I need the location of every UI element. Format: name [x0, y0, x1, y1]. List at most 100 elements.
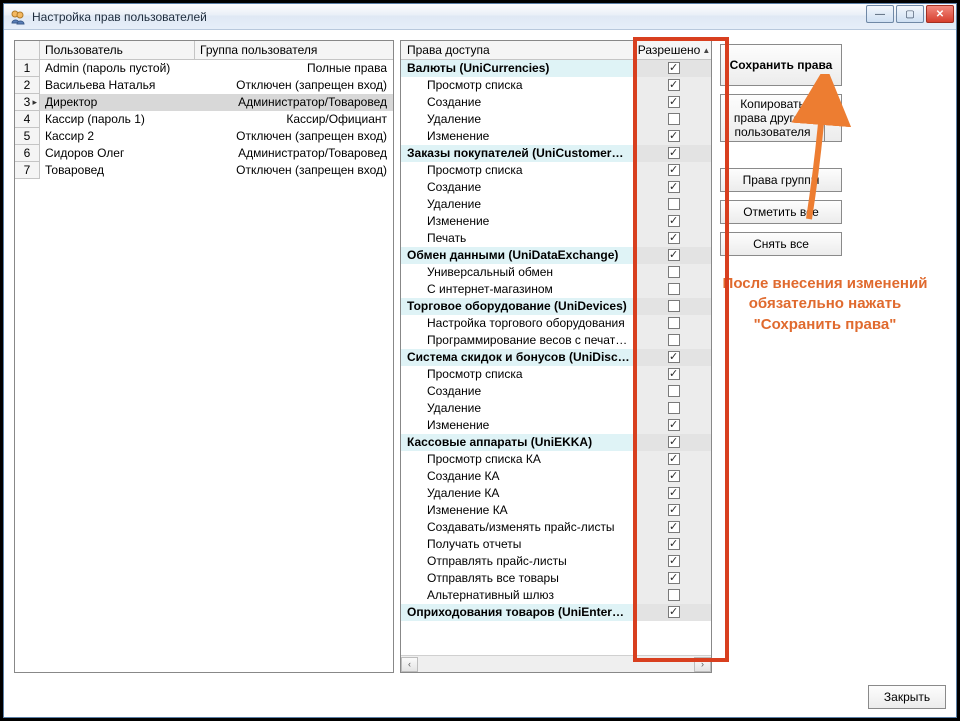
permission-row[interactable]: Создание КА	[401, 468, 711, 485]
checkbox-icon[interactable]	[668, 470, 680, 482]
permission-checkbox-cell[interactable]	[637, 485, 711, 502]
permission-row[interactable]: Настройка торгового оборудования	[401, 315, 711, 332]
permission-row[interactable]: Просмотр списка КА	[401, 451, 711, 468]
checkbox-icon[interactable]	[668, 283, 680, 295]
permission-checkbox-cell[interactable]	[637, 298, 711, 315]
perm-col-name-header[interactable]: Права доступа	[401, 41, 637, 59]
scroll-left-icon[interactable]: ‹	[401, 657, 418, 672]
checkbox-icon[interactable]	[668, 232, 680, 244]
users-col-group-header[interactable]: Группа пользователя	[195, 41, 393, 59]
permission-checkbox-cell[interactable]	[637, 213, 711, 230]
permission-row[interactable]: Просмотр списка	[401, 366, 711, 383]
minimize-button[interactable]: —	[866, 5, 894, 23]
user-row[interactable]: 1Admin (пароль пустой)Полные права	[15, 60, 393, 77]
permission-checkbox-cell[interactable]	[637, 77, 711, 94]
permission-row[interactable]: Оприходования товаров (UniEnterG…	[401, 604, 711, 621]
checkbox-icon[interactable]	[668, 62, 680, 74]
permission-checkbox-cell[interactable]	[637, 179, 711, 196]
permission-row[interactable]: Создание	[401, 179, 711, 196]
permission-checkbox-cell[interactable]	[637, 196, 711, 213]
permission-row[interactable]: Удаление	[401, 400, 711, 417]
permission-row[interactable]: Удаление	[401, 111, 711, 128]
permission-row[interactable]: Альтернативный шлюз	[401, 587, 711, 604]
permission-row[interactable]: Создание	[401, 383, 711, 400]
checkbox-icon[interactable]	[668, 368, 680, 380]
permission-checkbox-cell[interactable]	[637, 553, 711, 570]
checkbox-icon[interactable]	[668, 198, 680, 210]
permission-row[interactable]: Печать	[401, 230, 711, 247]
permission-checkbox-cell[interactable]	[637, 604, 711, 621]
permission-row[interactable]: Удаление КА	[401, 485, 711, 502]
permission-checkbox-cell[interactable]	[637, 400, 711, 417]
permission-checkbox-cell[interactable]	[637, 128, 711, 145]
horizontal-scrollbar[interactable]: ‹ ›	[401, 655, 711, 672]
permission-checkbox-cell[interactable]	[637, 281, 711, 298]
user-row[interactable]: 4Кассир (пароль 1)Кассир/Официант	[15, 111, 393, 128]
maximize-button[interactable]: ▢	[896, 5, 924, 23]
permission-row[interactable]: Просмотр списка	[401, 77, 711, 94]
permission-checkbox-cell[interactable]	[637, 536, 711, 553]
checkbox-icon[interactable]	[668, 419, 680, 431]
checkbox-icon[interactable]	[668, 385, 680, 397]
permission-checkbox-cell[interactable]	[637, 349, 711, 366]
permission-checkbox-cell[interactable]	[637, 332, 711, 349]
user-row[interactable]: 3ДиректорАдминистратор/Товаровед	[15, 94, 393, 111]
copy-rights-dropdown[interactable]: ▾	[824, 94, 842, 142]
permission-checkbox-cell[interactable]	[637, 434, 711, 451]
permission-row[interactable]: Отправлять все товары	[401, 570, 711, 587]
checkbox-icon[interactable]	[668, 181, 680, 193]
checkbox-icon[interactable]	[668, 249, 680, 261]
checkbox-icon[interactable]	[668, 453, 680, 465]
checkbox-icon[interactable]	[668, 300, 680, 312]
checkbox-icon[interactable]	[668, 402, 680, 414]
permission-row[interactable]: Получать отчеты	[401, 536, 711, 553]
checkbox-icon[interactable]	[668, 113, 680, 125]
permission-checkbox-cell[interactable]	[637, 366, 711, 383]
permission-row[interactable]: Валюты (UniCurrencies)	[401, 60, 711, 77]
scroll-right-icon[interactable]: ›	[694, 657, 711, 672]
permission-checkbox-cell[interactable]	[637, 502, 711, 519]
permission-row[interactable]: С интернет-магазином	[401, 281, 711, 298]
check-all-button[interactable]: Отметить все	[720, 200, 842, 224]
checkbox-icon[interactable]	[668, 147, 680, 159]
permission-row[interactable]: Заказы покупателей (UniCustomerO…	[401, 145, 711, 162]
checkbox-icon[interactable]	[668, 538, 680, 550]
permission-checkbox-cell[interactable]	[637, 162, 711, 179]
permission-row[interactable]: Отправлять прайс-листы	[401, 553, 711, 570]
group-rights-button[interactable]: Права группы	[720, 168, 842, 192]
permission-checkbox-cell[interactable]	[637, 230, 711, 247]
permission-row[interactable]: Удаление	[401, 196, 711, 213]
save-rights-button[interactable]: Сохранить права	[720, 44, 842, 86]
permission-row[interactable]: Изменение	[401, 128, 711, 145]
checkbox-icon[interactable]	[668, 79, 680, 91]
checkbox-icon[interactable]	[668, 351, 680, 363]
checkbox-icon[interactable]	[668, 436, 680, 448]
permission-checkbox-cell[interactable]	[637, 60, 711, 77]
checkbox-icon[interactable]	[668, 130, 680, 142]
users-col-user-header[interactable]: Пользователь	[40, 41, 195, 59]
permission-row[interactable]: Создавать/изменять прайс-листы	[401, 519, 711, 536]
permission-checkbox-cell[interactable]	[637, 451, 711, 468]
copy-rights-button-label[interactable]: Копировать права другого пользователя	[720, 94, 824, 142]
copy-rights-split-button[interactable]: Копировать права другого пользователя ▾	[720, 94, 842, 142]
permission-row[interactable]: Универсальный обмен	[401, 264, 711, 281]
permission-row[interactable]: Изменение	[401, 417, 711, 434]
permission-checkbox-cell[interactable]	[637, 94, 711, 111]
checkbox-icon[interactable]	[668, 164, 680, 176]
permission-checkbox-cell[interactable]	[637, 570, 711, 587]
permission-row[interactable]: Обмен данными (UniDataExchange)	[401, 247, 711, 264]
close-dialog-button[interactable]: Закрыть	[868, 685, 946, 709]
checkbox-icon[interactable]	[668, 96, 680, 108]
user-row[interactable]: 7ТовароведОтключен (запрещен вход)	[15, 162, 393, 179]
checkbox-icon[interactable]	[668, 555, 680, 567]
checkbox-icon[interactable]	[668, 215, 680, 227]
permission-checkbox-cell[interactable]	[637, 111, 711, 128]
checkbox-icon[interactable]	[668, 504, 680, 516]
permission-row[interactable]: Торговое оборудование (UniDevices)	[401, 298, 711, 315]
permission-checkbox-cell[interactable]	[637, 315, 711, 332]
permission-checkbox-cell[interactable]	[637, 383, 711, 400]
permission-row[interactable]: Изменение	[401, 213, 711, 230]
checkbox-icon[interactable]	[668, 317, 680, 329]
uncheck-all-button[interactable]: Снять все	[720, 232, 842, 256]
permission-checkbox-cell[interactable]	[637, 145, 711, 162]
